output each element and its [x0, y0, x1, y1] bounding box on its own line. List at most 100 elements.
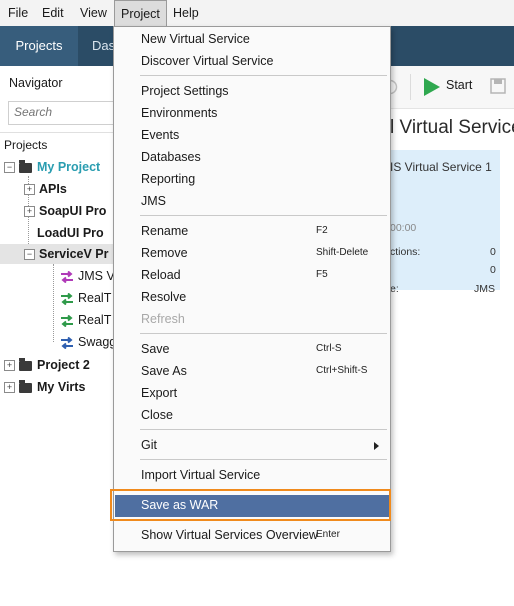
- virtual-service-card[interactable]: IS Virtual Service 1 00:00 ctions: 0 0 e…: [390, 150, 500, 295]
- virtual-service-title: l Virtual Service: [390, 117, 514, 138]
- menu-item-refresh: Refresh: [115, 309, 389, 331]
- menu-item-shortcut: Ctrl+Shift-S: [316, 365, 368, 376]
- navigator-search[interactable]: [8, 101, 115, 125]
- menu-bar: File Edit View Project Help: [0, 0, 514, 26]
- tree-item-servicev[interactable]: − ServiceV Pr: [0, 244, 125, 264]
- tree-label: SoapUI Pro: [39, 204, 107, 218]
- navigator-divider: [0, 132, 125, 133]
- tab-dashboard[interactable]: Das: [92, 26, 115, 66]
- tree-label: Swagg: [78, 335, 117, 349]
- menu-view[interactable]: View: [74, 0, 113, 26]
- menu-item-remove[interactable]: Remove Shift-Delete: [115, 243, 389, 265]
- menu-edit[interactable]: Edit: [36, 0, 70, 26]
- menu-help[interactable]: Help: [167, 0, 205, 26]
- tree-item-realt-1[interactable]: RealT: [60, 288, 111, 308]
- card-title: IS Virtual Service 1: [390, 160, 492, 174]
- menu-item-databases[interactable]: Databases: [115, 147, 389, 169]
- tree-item-jms[interactable]: JMS V: [60, 266, 115, 286]
- menu-item-save-as[interactable]: Save As Ctrl+Shift-S: [115, 361, 389, 383]
- tree-label: APIs: [39, 182, 67, 196]
- expand-icon[interactable]: +: [4, 382, 15, 394]
- menu-item-shortcut: Shift-Delete: [316, 247, 369, 258]
- tab-projects[interactable]: Projects: [0, 26, 78, 66]
- tree-guide: [53, 264, 55, 342]
- menu-item-events[interactable]: Events: [115, 125, 389, 147]
- menu-item-label: Environments: [141, 106, 218, 120]
- tree-item-loadui[interactable]: LoadUI Pro: [37, 223, 104, 243]
- expand-icon[interactable]: +: [4, 360, 15, 372]
- menu-item-rename[interactable]: Rename F2: [115, 221, 389, 243]
- menu-item-shortcut: F5: [316, 269, 328, 280]
- project-dropdown-menu: New Virtual Service Discover Virtual Ser…: [113, 26, 391, 552]
- swagger-service-icon: [61, 336, 73, 349]
- menu-item-label: Events: [141, 128, 180, 142]
- jms-service-icon: [61, 270, 73, 283]
- menu-item-jms[interactable]: JMS: [115, 191, 389, 213]
- menu-item-import-virtual-service[interactable]: Import Virtual Service: [115, 465, 389, 487]
- tree-item-my-virts[interactable]: + My Virts: [4, 377, 85, 397]
- tree-item-apis[interactable]: + APIs: [24, 179, 67, 199]
- projects-label: Projects: [4, 138, 48, 152]
- tree-label: RealT: [78, 291, 112, 305]
- menu-item-project-settings[interactable]: Project Settings: [115, 81, 389, 103]
- menu-item-label: Import Virtual Service: [141, 468, 261, 482]
- card-time: 00:00: [390, 222, 417, 234]
- menu-separator: [140, 333, 387, 334]
- menu-item-label: Show Virtual Services Overview: [141, 528, 318, 542]
- menu-item-close[interactable]: Close: [115, 405, 389, 427]
- card-connections-value: 0: [490, 246, 496, 258]
- tree-item-soapui[interactable]: + SoapUI Pro: [24, 201, 106, 221]
- rest-service-icon: [61, 292, 73, 305]
- menu-item-git[interactable]: Git: [115, 435, 389, 457]
- tree-label: My Project: [37, 160, 101, 174]
- tree-item-swagger[interactable]: Swagg: [60, 332, 116, 352]
- menu-item-reload[interactable]: Reload F5: [115, 265, 389, 287]
- expand-icon[interactable]: +: [24, 206, 35, 218]
- card-type-value: JMS: [474, 283, 495, 295]
- tree-item-realt-2[interactable]: RealT: [60, 310, 111, 330]
- menu-item-save[interactable]: Save Ctrl-S: [115, 339, 389, 361]
- collapse-icon[interactable]: −: [24, 249, 35, 261]
- tree-label: JMS V: [78, 269, 115, 283]
- menu-item-label: Export: [141, 386, 178, 400]
- card-row2-value: 0: [490, 264, 496, 276]
- tree-item-my-project[interactable]: − My Project: [4, 157, 100, 177]
- menu-separator: [140, 215, 387, 216]
- play-icon[interactable]: [423, 77, 441, 97]
- menu-separator: [140, 75, 387, 76]
- tree-label: My Virts: [37, 380, 86, 394]
- tree-label: ServiceV Pr: [39, 247, 109, 261]
- menu-item-discover-virtual-service[interactable]: Discover Virtual Service: [115, 51, 389, 73]
- menu-item-label: Close: [141, 408, 173, 422]
- search-input[interactable]: [9, 102, 115, 122]
- menu-project[interactable]: Project: [114, 0, 167, 26]
- menu-separator: [140, 459, 387, 460]
- menu-item-label: Refresh: [141, 312, 185, 326]
- menu-item-shortcut: Enter: [316, 529, 340, 540]
- menu-item-label: New Virtual Service: [141, 32, 250, 46]
- navigator-title: Navigator: [9, 76, 63, 90]
- menu-item-resolve[interactable]: Resolve: [115, 287, 389, 309]
- tree-item-project-2[interactable]: + Project 2: [4, 355, 90, 375]
- rest-service-icon: [61, 314, 73, 327]
- menu-item-environments[interactable]: Environments: [115, 103, 389, 125]
- menu-item-reporting[interactable]: Reporting: [115, 169, 389, 191]
- menu-item-shortcut: Ctrl-S: [316, 343, 342, 354]
- menu-item-label: Rename: [141, 224, 189, 238]
- menu-item-label: JMS: [141, 194, 166, 208]
- highlight-frame: [110, 489, 391, 521]
- menu-item-label: Resolve: [141, 290, 187, 304]
- menu-file[interactable]: File: [2, 0, 34, 26]
- start-button[interactable]: Start: [446, 78, 472, 92]
- menu-item-export[interactable]: Export: [115, 383, 389, 405]
- menu-item-new-virtual-service[interactable]: New Virtual Service: [115, 29, 389, 51]
- folder-icon: [19, 379, 32, 393]
- tree-label: Project 2: [37, 358, 90, 372]
- submenu-arrow-icon: [374, 442, 379, 450]
- save-icon[interactable]: [490, 78, 506, 94]
- menu-item-label: Reporting: [141, 172, 196, 186]
- menu-item-show-overview[interactable]: Show Virtual Services Overview Enter: [115, 525, 389, 547]
- collapse-icon[interactable]: −: [4, 162, 15, 174]
- folder-icon: [19, 357, 32, 371]
- expand-icon[interactable]: +: [24, 184, 35, 196]
